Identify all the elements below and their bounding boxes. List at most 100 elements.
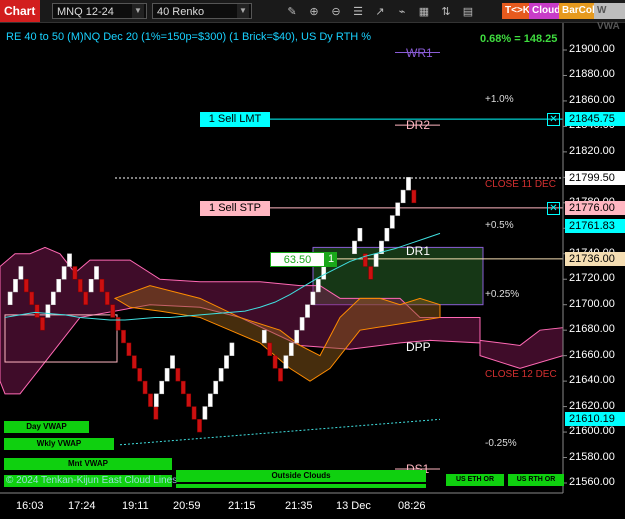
close-icon[interactable]: ✕ [547, 202, 560, 215]
renko-brick [99, 278, 105, 293]
renko-brick [218, 368, 224, 382]
price-tag: 21776.00 [565, 200, 625, 215]
renko-brick [126, 342, 132, 356]
renko-brick [373, 253, 379, 267]
renko-brick [104, 291, 110, 305]
draw-tool-icon[interactable]: ✎ [282, 2, 302, 20]
renko-brick [77, 278, 83, 293]
renko-brick [115, 317, 121, 331]
time-axis-tick: 21:35 [285, 500, 313, 512]
outside-clouds-bar [176, 484, 426, 488]
renko-brick [83, 291, 89, 305]
level-label: DR2 [406, 118, 431, 133]
indicators-icon[interactable]: ⌁ [392, 2, 412, 20]
renko-brick [13, 278, 18, 293]
renko-brick [23, 278, 29, 293]
renko-brick [94, 266, 99, 280]
price-axis-tick: 21820.00 [569, 144, 615, 157]
price-tag: 21845.75 [565, 112, 625, 127]
renko-brick [321, 266, 327, 280]
instrument-selector[interactable]: MNQ 12-24 ▼ [52, 3, 147, 19]
time-axis-tick: 21:15 [228, 500, 256, 512]
renko-brick [213, 380, 219, 395]
sell-limit-order-label[interactable]: 1 Sell LMT [200, 112, 270, 127]
position-quantity[interactable]: 1 [325, 252, 337, 267]
position-pnl-label[interactable]: 63.50 [270, 252, 325, 267]
renko-brick [121, 329, 126, 344]
time-axis-tick: 16:03 [16, 500, 44, 512]
properties-icon[interactable]: ☰ [348, 2, 368, 20]
price-axis-tick: 21560.00 [569, 476, 615, 488]
price-tag: 21610.19 [565, 412, 625, 427]
us-eth-or-label: US ETH OR [446, 474, 504, 486]
zoom-out-icon[interactable]: ⊖ [326, 2, 346, 20]
renko-brick [261, 329, 267, 344]
renko-brick [224, 355, 229, 369]
renko-brick [110, 304, 116, 318]
renko-brick [34, 304, 40, 318]
renko-brick [50, 291, 56, 305]
price-axis-tick: 21660.00 [569, 348, 615, 361]
renko-brick [137, 368, 143, 382]
price-tag: 21736.00 [565, 251, 625, 266]
renko-brick [180, 380, 186, 395]
renko-brick [395, 202, 401, 216]
renko-brick [207, 393, 213, 407]
price-axis-tick: 21680.00 [569, 323, 615, 336]
level-label: +0.5% [485, 220, 514, 232]
close-icon[interactable]: ✕ [547, 113, 560, 126]
chart-toolbar: Chart MNQ 12-24 ▼ 40 Renko ▼ ✎ ⊕ ⊖ ☰ ↗ ⌁… [0, 0, 625, 32]
level-label: CLOSE 12 DEC [485, 369, 557, 381]
zoom-in-icon[interactable]: ⊕ [304, 2, 324, 20]
time-axis-tick: 13 Dec [336, 500, 371, 512]
renko-brick [153, 406, 159, 420]
renko-brick [29, 291, 35, 305]
day-vwap-label: Day VWAP [4, 421, 89, 433]
renko-brick [389, 215, 395, 229]
session-change: 0.68% = 148.25 [480, 33, 558, 45]
renko-brick [294, 329, 300, 344]
price-axis-tick: 21640.00 [569, 374, 615, 387]
weekly-vwap-line [119, 418, 441, 446]
renko-brick [310, 291, 316, 305]
chart-tab[interactable]: Chart [0, 0, 40, 22]
renko-brick [186, 393, 192, 407]
barcol-toggle-button[interactable]: BarCol [559, 3, 598, 19]
renko-brick [229, 342, 235, 356]
vwap-toggle-button[interactable]: W VWA [594, 3, 625, 32]
price-tag: 21799.50 [565, 170, 625, 185]
us-rth-or-label: US RTH OR [508, 474, 564, 486]
renko-brick [278, 368, 283, 382]
bar-type-selector[interactable]: 40 Renko ▼ [152, 3, 252, 19]
renko-brick [148, 393, 153, 407]
renko-brick [400, 189, 406, 204]
price-axis-tick: 21700.00 [569, 297, 615, 310]
renko-brick [411, 189, 417, 204]
chart-trader-icon[interactable]: ⇅ [436, 2, 456, 20]
data-box-icon[interactable]: ▤ [458, 2, 478, 20]
renko-brick [18, 266, 24, 280]
weekly-vwap-label: Wkly VWAP [4, 438, 114, 450]
sell-stop-order-label[interactable]: 1 Sell STP [200, 201, 270, 216]
renko-brick [406, 177, 411, 191]
drawing-objects-icon[interactable]: ↗ [370, 2, 390, 20]
level-label: -0.25% [485, 437, 517, 449]
renko-brick [288, 342, 294, 356]
strategy-icon[interactable]: ▦ [414, 2, 434, 20]
renko-brick [357, 228, 363, 242]
renko-brick [159, 380, 165, 395]
monthly-vwap-label: Mnt VWAP [4, 458, 172, 470]
level-label: CLOSE 11 DEC [485, 179, 556, 191]
price-tag: 21761.83 [565, 218, 625, 233]
toolbar-icons: ✎ ⊕ ⊖ ☰ ↗ ⌁ ▦ ⇅ ▤ [282, 2, 478, 20]
renko-brick [131, 355, 137, 369]
price-axis-tick: 21880.00 [569, 68, 615, 81]
renko-brick [267, 342, 273, 356]
renko-brick [299, 317, 305, 331]
instrument-value: MNQ 12-24 [57, 6, 114, 18]
price-axis-tick: 21620.00 [569, 399, 615, 412]
renko-brick [191, 406, 197, 420]
price-axis-tick: 21720.00 [569, 272, 615, 285]
price-axis-tick: 21580.00 [569, 450, 615, 463]
renko-brick [88, 278, 94, 293]
